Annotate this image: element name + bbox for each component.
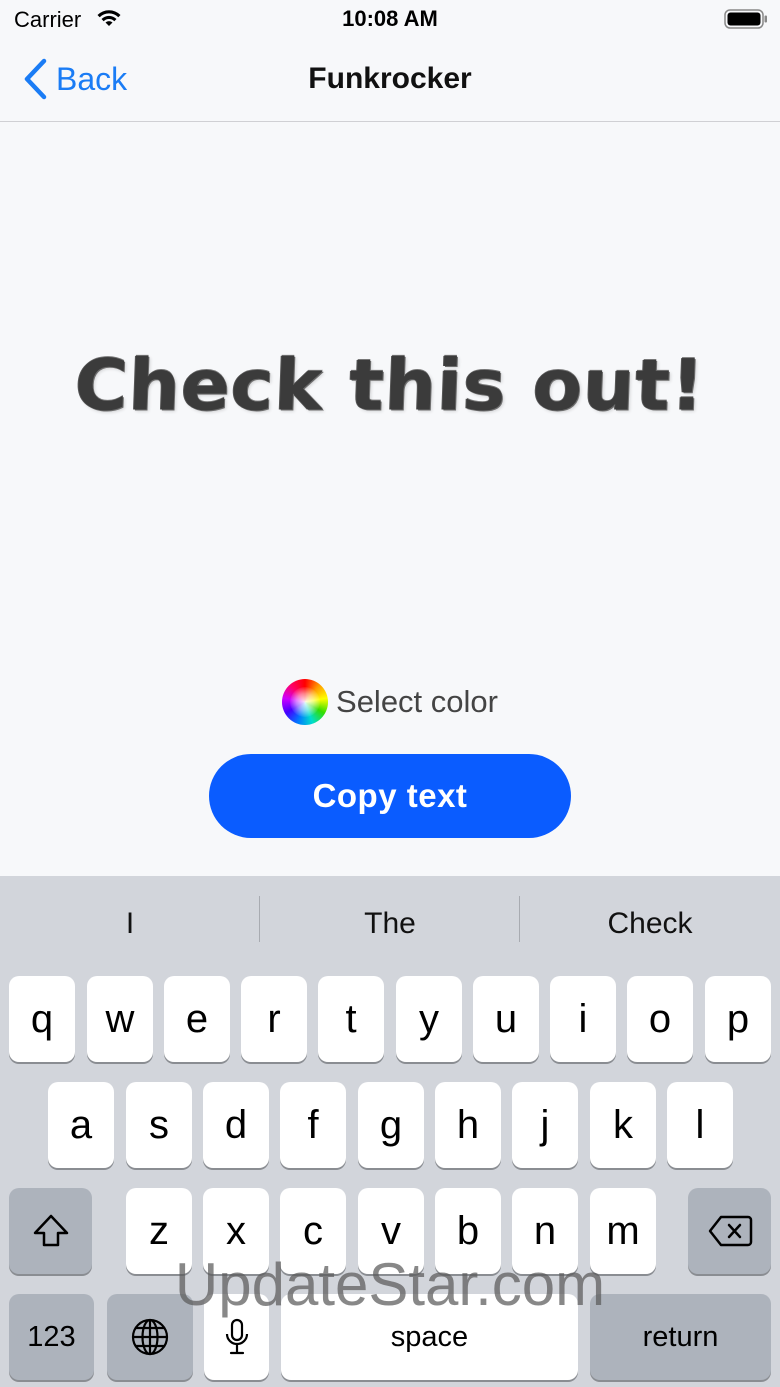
key-r[interactable]: r (241, 976, 307, 1062)
page-title: Funkrocker (308, 62, 472, 95)
preview-text: Check this out! (73, 343, 707, 427)
keyboard: I The Check q w e r t y u i o p a s d f … (0, 876, 780, 1387)
key-i[interactable]: i (550, 976, 616, 1062)
status-bar: Carrier 10:08 AM (0, 0, 780, 40)
select-color-label: Select color (336, 684, 498, 719)
space-key[interactable]: space (281, 1294, 578, 1380)
shift-icon (33, 1214, 68, 1247)
suggestion-item[interactable]: I (0, 896, 260, 952)
globe-key[interactable] (107, 1294, 193, 1380)
globe-icon (131, 1318, 169, 1356)
key-b[interactable]: b (435, 1188, 501, 1274)
key-e[interactable]: e (164, 976, 230, 1062)
return-key[interactable]: return (590, 1294, 771, 1380)
key-k[interactable]: k (590, 1082, 656, 1168)
backspace-icon (708, 1215, 752, 1247)
suggestion-item[interactable]: Check (520, 896, 780, 952)
suggestion-bar: I The Check (0, 876, 780, 972)
numbers-key[interactable]: 123 (9, 1294, 94, 1380)
suggestion-item[interactable]: The (260, 896, 520, 952)
key-c[interactable]: c (280, 1188, 346, 1274)
key-w[interactable]: w (87, 976, 153, 1062)
key-o[interactable]: o (627, 976, 693, 1062)
key-m[interactable]: m (590, 1188, 656, 1274)
key-z[interactable]: z (126, 1188, 192, 1274)
key-q[interactable]: q (9, 976, 75, 1062)
key-v[interactable]: v (358, 1188, 424, 1274)
navigation-bar: Back Funkrocker (0, 40, 780, 122)
key-d[interactable]: d (203, 1082, 269, 1168)
select-color-button[interactable]: Select color (0, 678, 780, 726)
clock: 10:08 AM (342, 6, 438, 31)
key-y[interactable]: y (396, 976, 462, 1062)
key-t[interactable]: t (318, 976, 384, 1062)
key-x[interactable]: x (203, 1188, 269, 1274)
microphone-icon (225, 1318, 248, 1355)
battery-icon (724, 9, 767, 29)
color-wheel-icon (282, 679, 329, 725)
key-f[interactable]: f (280, 1082, 346, 1168)
shift-key[interactable] (9, 1188, 92, 1274)
key-p[interactable]: p (705, 976, 771, 1062)
key-g[interactable]: g (358, 1082, 424, 1168)
key-s[interactable]: s (126, 1082, 192, 1168)
key-u[interactable]: u (473, 976, 539, 1062)
key-a[interactable]: a (48, 1082, 114, 1168)
dictation-key[interactable] (204, 1294, 269, 1380)
font-preview: Check this out! (0, 330, 780, 440)
copy-text-button[interactable]: Copy text (209, 754, 571, 838)
key-l[interactable]: l (667, 1082, 733, 1168)
key-h[interactable]: h (435, 1082, 501, 1168)
key-j[interactable]: j (512, 1082, 578, 1168)
delete-key[interactable] (688, 1188, 771, 1274)
key-n[interactable]: n (512, 1188, 578, 1274)
